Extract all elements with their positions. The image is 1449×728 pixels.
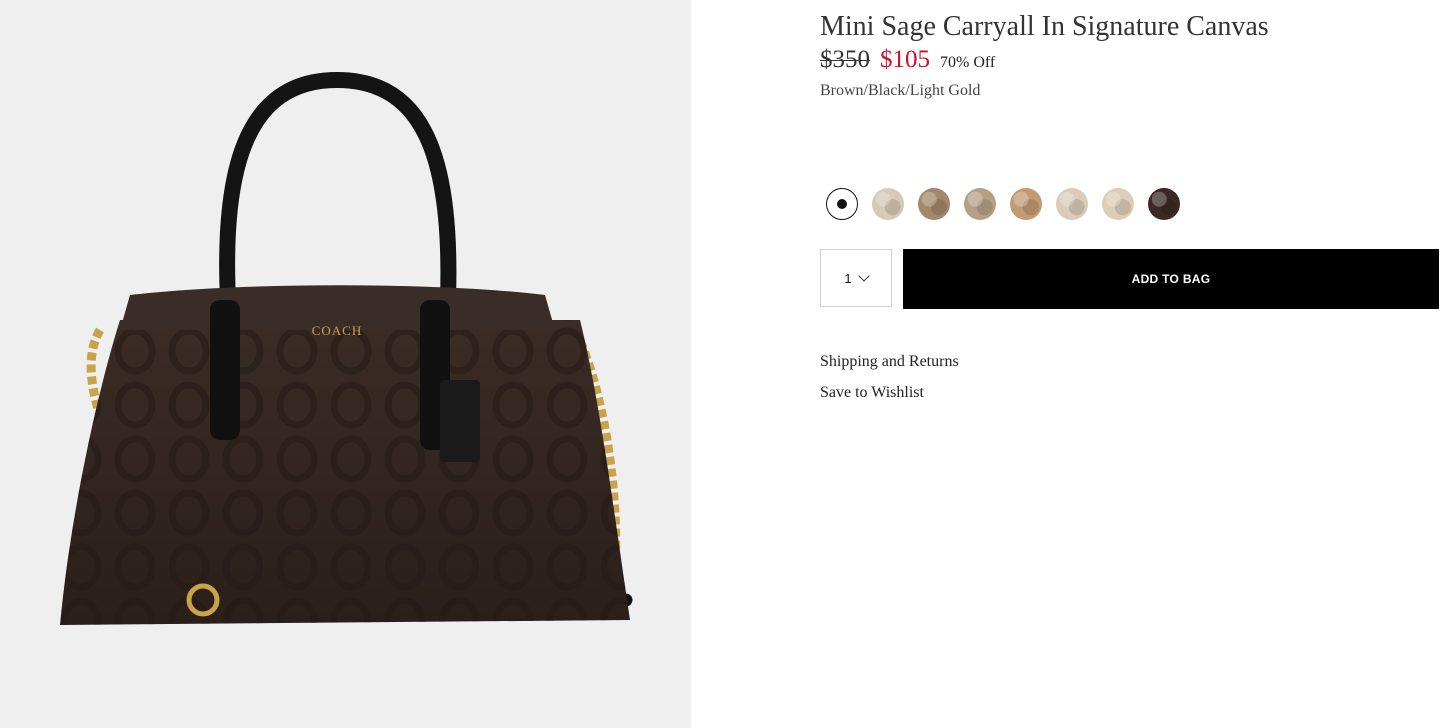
color-swatch-4[interactable]: [964, 188, 996, 220]
color-swatch-5[interactable]: [1010, 188, 1042, 220]
product-image[interactable]: COACH: [0, 0, 691, 728]
svg-text:COACH: COACH: [312, 323, 363, 338]
original-price: $350: [820, 46, 870, 73]
price-row: $350 $105 70% Off: [820, 46, 995, 80]
shipping-returns-link[interactable]: Shipping and Returns: [820, 353, 959, 371]
save-to-wishlist-link[interactable]: Save to Wishlist: [820, 384, 924, 402]
add-to-bag-button[interactable]: ADD TO BAG: [903, 249, 1439, 309]
selected-color-name: Brown/Black/Light Gold: [820, 82, 981, 99]
chevron-down-icon: [857, 270, 870, 282]
sale-price: $105: [880, 46, 930, 73]
quantity-select[interactable]: 1: [820, 249, 892, 307]
handbag-illustration: COACH: [60, 71, 633, 625]
color-swatch-6[interactable]: [1056, 188, 1088, 220]
color-swatch-2[interactable]: [872, 188, 904, 220]
color-swatch-3[interactable]: [918, 188, 950, 220]
discount-label: 70% Off: [940, 54, 996, 71]
quantity-value: 1: [844, 270, 852, 286]
product-details: Mini Sage Carryall In Signature Canvas $…: [820, 0, 1449, 728]
color-swatch-7[interactable]: [1102, 188, 1134, 220]
color-swatch-8[interactable]: [1148, 188, 1180, 220]
product-title: Mini Sage Carryall In Signature Canvas: [820, 11, 1269, 42]
color-swatch-1[interactable]: [826, 188, 858, 220]
